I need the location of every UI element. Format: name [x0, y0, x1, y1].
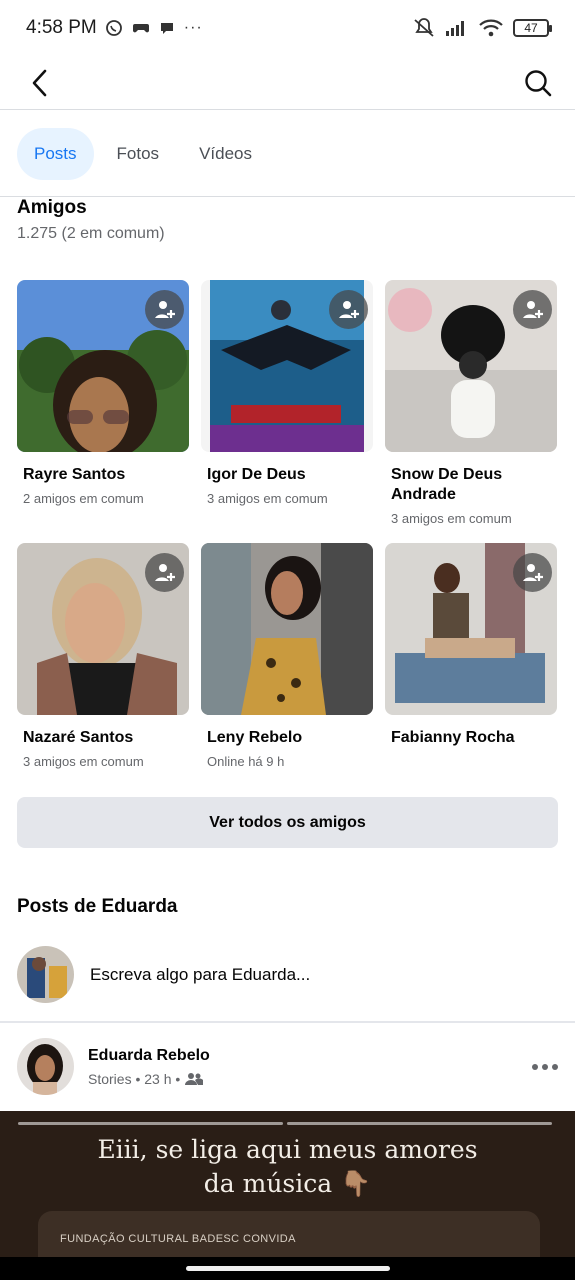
profile-tabs: Posts Fotos Vídeos — [0, 111, 575, 197]
friend-mutual: 2 amigos em comum — [23, 491, 144, 506]
post-composer[interactable]: Escreva algo para Eduarda... — [17, 946, 310, 1003]
add-friend-icon — [154, 300, 175, 318]
story-card-text: FUNDAÇÃO CULTURAL BADESC CONVIDA — [60, 1233, 296, 1245]
status-time: 4:58 PM — [26, 17, 97, 38]
battery-icon: 47 — [513, 19, 552, 37]
post-more-button[interactable] — [532, 1063, 558, 1070]
friends-title: Amigos — [17, 197, 87, 218]
friend-mutual: 3 amigos em comum — [23, 754, 144, 769]
search-button[interactable] — [521, 66, 555, 100]
friend-photo[interactable] — [385, 280, 557, 452]
post-meta: Stories • 23 h • — [88, 1070, 181, 1087]
friend-photo[interactable] — [201, 280, 373, 452]
composer-placeholder[interactable]: Escreva algo para Eduarda... — [90, 965, 310, 985]
story-card: FUNDAÇÃO CULTURAL BADESC CONVIDA — [38, 1211, 540, 1257]
friends-count: 1.275 (2 em comum) — [17, 225, 165, 242]
friend-card[interactable]: Fabianny Rocha — [385, 543, 557, 748]
friend-photo[interactable] — [385, 543, 557, 715]
mute-icon — [414, 18, 434, 37]
friends-audience-icon — [185, 1072, 204, 1085]
friend-mutual: 3 amigos em comum — [207, 491, 328, 506]
friend-name[interactable]: Nazaré Santos — [17, 728, 189, 748]
add-friend-icon — [154, 563, 175, 581]
wifi-icon — [479, 19, 503, 37]
tab-fotos[interactable]: Fotos — [100, 128, 177, 180]
whatsapp-icon — [105, 20, 122, 36]
game-controller-icon — [132, 24, 149, 33]
friend-card[interactable]: Snow De Deus Andrade 3 amigos em comum — [385, 280, 557, 526]
status-bar: 4:58 PM ··· 47 — [0, 0, 575, 56]
back-arrow-icon — [32, 69, 47, 96]
friend-card[interactable]: Nazaré Santos 3 amigos em comum — [17, 543, 189, 769]
add-friend-button[interactable] — [145, 553, 184, 592]
friend-name[interactable]: Fabianny Rocha — [385, 728, 557, 748]
add-friend-button[interactable] — [145, 290, 184, 329]
add-friend-button[interactable] — [329, 290, 368, 329]
friend-mutual: 3 amigos em comum — [391, 511, 512, 526]
friend-photo[interactable] — [17, 280, 189, 452]
divider — [0, 1021, 575, 1023]
story-text: Eiii, se liga aqui meus amores da música… — [97, 1135, 478, 1198]
see-all-friends-button[interactable]: Ver todos os amigos — [17, 797, 558, 848]
more-notifications-icon: ··· — [183, 19, 203, 36]
posts-section-title: Posts de Eduarda — [17, 896, 178, 917]
add-friend-icon — [522, 563, 543, 581]
search-icon — [525, 69, 552, 96]
system-nav-bar — [0, 1257, 575, 1280]
add-friend-button[interactable] — [513, 290, 552, 329]
avatar[interactable] — [17, 946, 74, 1003]
story-preview[interactable]: Eiii, se liga aqui meus amores da música… — [0, 1111, 575, 1257]
friend-photo[interactable] — [17, 543, 189, 715]
post-header: Eduarda Rebelo Stories • 23 h • — [17, 1038, 558, 1095]
tab-videos[interactable]: Vídeos — [182, 128, 269, 180]
chat-bubble-icon — [160, 23, 173, 34]
add-friend-icon — [338, 300, 359, 318]
friend-card[interactable]: Leny Rebelo Online há 9 h — [201, 543, 373, 769]
friend-name[interactable]: Igor De Deus — [201, 465, 373, 485]
friend-card[interactable]: Igor De Deus 3 amigos em comum — [201, 280, 373, 506]
friend-name[interactable]: Snow De Deus Andrade — [385, 465, 557, 505]
add-friend-button[interactable] — [513, 553, 552, 592]
friend-card[interactable]: Rayre Santos 2 amigos em comum — [17, 280, 189, 506]
friend-name[interactable]: Leny Rebelo — [201, 728, 373, 748]
friend-photo[interactable] — [201, 543, 373, 715]
home-indicator[interactable] — [186, 1266, 390, 1271]
top-nav — [0, 56, 575, 110]
friend-name[interactable]: Rayre Santos — [17, 465, 189, 485]
tab-posts[interactable]: Posts — [17, 127, 94, 180]
signal-icon — [446, 21, 464, 36]
add-friend-icon — [522, 300, 543, 318]
friend-online-status: Online há 9 h — [207, 754, 285, 769]
back-button[interactable] — [22, 66, 56, 100]
story-progress — [18, 1122, 552, 1125]
author-avatar[interactable] — [17, 1038, 74, 1095]
post-author-name[interactable]: Eduarda Rebelo — [88, 1047, 210, 1065]
